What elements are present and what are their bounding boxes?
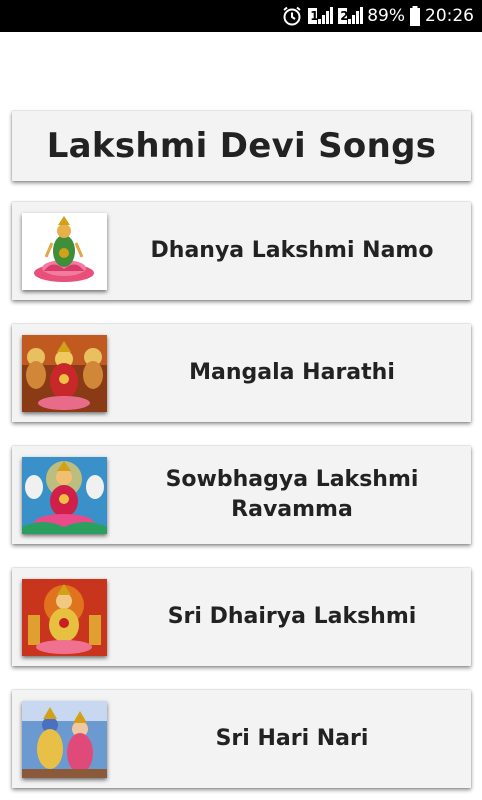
song-thumbnail-image — [22, 457, 107, 534]
song-item-mangala-harathi[interactable]: Mangala Harathi — [12, 324, 471, 422]
clock: 20:26 — [425, 6, 474, 26]
song-thumbnail-image — [22, 701, 107, 778]
battery-icon — [409, 5, 421, 27]
sim1-label: 1 — [310, 9, 319, 23]
song-thumbnail-image — [22, 579, 107, 656]
song-thumbnail-image — [22, 335, 107, 412]
song-title: Sowbhagya Lakshmi Ravamma — [165, 467, 419, 522]
sim2-label: 2 — [340, 9, 349, 23]
app-title-card: Lakshmi Devi Songs — [12, 111, 471, 181]
status-bar: 1 2 89% 20:26 — [0, 0, 482, 32]
signal-sim1-icon: 1 — [307, 5, 334, 27]
song-title: Dhanya Lakshmi Namo — [150, 238, 434, 263]
song-title: Sri Hari Nari — [215, 726, 369, 751]
song-title: Sri Dhairya Lakshmi — [167, 604, 417, 629]
song-item-sowbhagya-lakshmi-ravamma[interactable]: Sowbhagya Lakshmi Ravamma — [12, 446, 471, 544]
song-item-dhanya-lakshmi-namo[interactable]: Dhanya Lakshmi Namo — [12, 202, 471, 300]
song-item-sri-dhairya-lakshmi[interactable]: Sri Dhairya Lakshmi — [12, 568, 471, 666]
alarm-icon — [281, 5, 303, 27]
song-item-sri-hari-nari[interactable]: Sri Hari Nari — [12, 690, 471, 788]
song-thumbnail-image — [22, 213, 107, 290]
signal-sim2-icon: 2 — [337, 5, 364, 27]
app-title: Lakshmi Devi Songs — [46, 126, 437, 166]
battery-percent: 89% — [367, 6, 405, 26]
song-title: Mangala Harathi — [189, 360, 395, 385]
